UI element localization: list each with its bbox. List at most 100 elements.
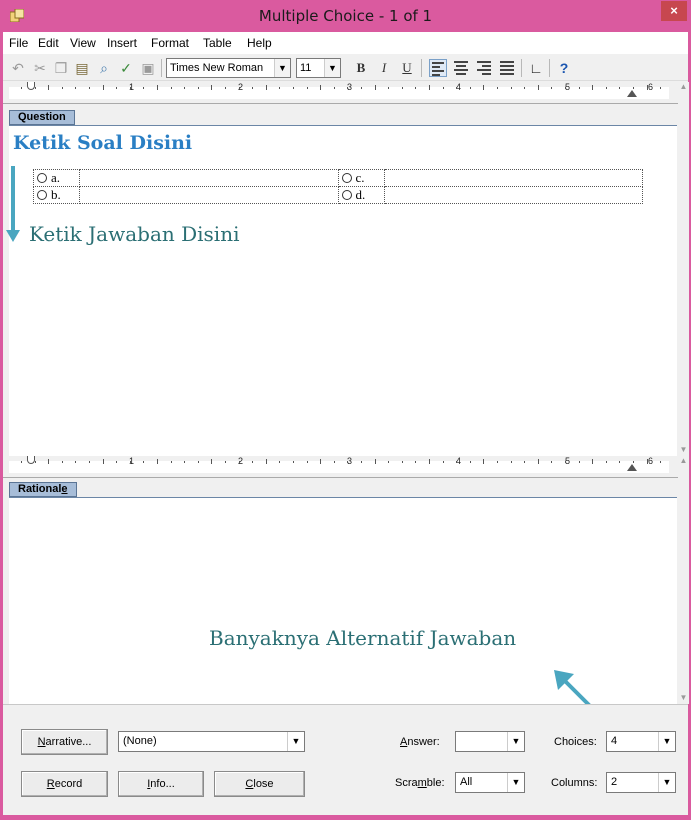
menu-edit[interactable]: Edit <box>38 36 59 50</box>
choices-dropdown[interactable]: 4 ▼ <box>606 731 676 752</box>
tab-stop-icon[interactable]: ∟ <box>527 59 545 77</box>
ruler-tick <box>401 87 403 89</box>
underline-button[interactable]: U <box>398 59 416 77</box>
align-center-icon[interactable] <box>452 59 470 77</box>
close-window-button[interactable]: × <box>661 1 687 21</box>
right-indent-marker[interactable] <box>627 90 637 97</box>
menu-table[interactable]: Table <box>203 36 232 50</box>
ruler-tick <box>646 85 648 90</box>
radio-icon[interactable] <box>37 190 47 200</box>
ruler-tick <box>469 461 471 463</box>
info-button[interactable]: Info... <box>118 771 204 797</box>
copy-icon[interactable]: ❐ <box>52 59 70 77</box>
choice-d-text[interactable] <box>383 186 643 204</box>
ruler-tick <box>483 459 485 464</box>
chevron-down-icon[interactable]: ▼ <box>507 773 524 792</box>
align-left-icon[interactable] <box>429 59 447 77</box>
chevron-down-icon[interactable]: ▼ <box>287 732 304 751</box>
ruler-tick <box>293 87 294 89</box>
rationale-editor[interactable]: Banyaknya Alternatif Jawaban <box>9 497 677 726</box>
choice-c[interactable]: c. <box>337 169 385 187</box>
ruler-tick <box>129 87 131 89</box>
find-icon[interactable]: ⌕ <box>95 59 113 77</box>
image-icon[interactable]: ▣ <box>139 59 157 77</box>
narrative-label: arrative... <box>45 736 92 748</box>
cut-icon[interactable]: ✂ <box>31 59 49 77</box>
chevron-down-icon[interactable]: ▼ <box>658 732 675 751</box>
font-name-combo[interactable]: Times New Roman ▼ <box>166 58 291 78</box>
radio-icon[interactable] <box>341 173 352 183</box>
choice-c-text[interactable] <box>383 169 643 187</box>
menu-format[interactable]: Format <box>151 36 189 50</box>
answer-hint-text: Ketik Jawaban Disini <box>29 222 240 246</box>
scroll-up-icon[interactable]: ▲ <box>678 456 689 467</box>
ruler-tick <box>633 87 634 89</box>
ruler-tick <box>605 461 607 463</box>
question-scrollbar[interactable]: ▲ ▼ <box>678 82 689 456</box>
table-row: a. c. <box>33 169 643 187</box>
ruler-tick <box>551 461 553 463</box>
answer-dropdown[interactable]: ▼ <box>455 731 525 752</box>
record-button[interactable]: Record <box>21 771 108 797</box>
ruler-tick <box>388 461 390 463</box>
scroll-up-icon[interactable]: ▲ <box>678 82 689 93</box>
scramble-label: Scramble: <box>395 777 445 789</box>
chevron-down-icon[interactable]: ▼ <box>274 59 290 77</box>
rationale-scrollbar[interactable]: ▲ ▼ <box>678 456 689 704</box>
spellcheck-icon[interactable]: ✓ <box>117 59 135 77</box>
font-size-combo[interactable]: 11 ▼ <box>296 58 341 78</box>
choice-a-text[interactable] <box>79 169 339 187</box>
ruler-tick <box>374 459 376 464</box>
ruler-question[interactable]: 1 2 3 4 5 6 <box>3 82 679 104</box>
ruler-tick <box>143 461 145 463</box>
columns-value: 2 <box>611 776 618 788</box>
menu-view[interactable]: View <box>70 36 96 50</box>
ruler-tick <box>184 461 186 463</box>
right-indent-marker[interactable] <box>627 464 637 471</box>
bold-button[interactable]: B <box>352 59 370 77</box>
ruler-tick <box>279 87 281 89</box>
ruler-tick <box>197 461 199 463</box>
ruler-tick <box>34 87 36 89</box>
undo-icon[interactable]: ↶ <box>9 59 27 77</box>
question-editor[interactable]: Ketik Soal Disini a. c. b. d. Ketik Jawa… <box>6 125 677 456</box>
chevron-down-icon[interactable]: ▼ <box>658 773 675 792</box>
help-icon[interactable]: ? <box>555 59 573 77</box>
choice-b-text[interactable] <box>79 186 339 204</box>
menu-help[interactable]: Help <box>247 36 272 50</box>
ruler-tick <box>157 85 158 90</box>
ruler-tick <box>415 461 417 463</box>
narrative-dropdown[interactable]: (None) ▼ <box>118 731 305 752</box>
columns-dropdown[interactable]: 2 ▼ <box>606 772 676 793</box>
editor-client-area: File Edit View Insert Format Table Help … <box>3 32 689 815</box>
title-bar[interactable]: Multiple Choice - 1 of 1 × <box>0 0 691 32</box>
scramble-dropdown[interactable]: All ▼ <box>455 772 525 793</box>
narrative-button[interactable]: Narrative... <box>21 729 108 755</box>
choice-a[interactable]: a. <box>33 169 80 187</box>
ruler-rationale[interactable]: 1 2 3 4 5 6 <box>3 456 679 478</box>
radio-icon[interactable] <box>341 190 352 200</box>
record-label: ecord <box>54 778 83 790</box>
italic-button[interactable]: I <box>375 59 393 77</box>
align-right-icon[interactable] <box>475 59 493 77</box>
ruler-tick <box>361 87 362 89</box>
choice-b[interactable]: b. <box>33 186 80 204</box>
close-button[interactable]: Close <box>214 771 305 797</box>
radio-icon[interactable] <box>37 173 47 183</box>
ruler-tick <box>225 461 226 463</box>
scroll-down-icon[interactable]: ▼ <box>678 445 689 456</box>
ruler-tick <box>225 87 226 89</box>
ruler-tick <box>347 87 349 89</box>
justify-icon[interactable] <box>498 59 516 77</box>
chevron-down-icon[interactable]: ▼ <box>507 732 524 751</box>
scroll-down-icon[interactable]: ▼ <box>678 693 689 704</box>
ruler-tick <box>660 461 662 463</box>
menu-insert[interactable]: Insert <box>107 36 137 50</box>
chevron-down-icon[interactable]: ▼ <box>324 59 340 77</box>
ruler-tick <box>184 87 186 89</box>
toolbar-separator <box>549 59 550 77</box>
choice-d[interactable]: d. <box>337 186 385 204</box>
paste-icon[interactable]: ▤ <box>73 59 91 77</box>
ruler-tick <box>320 459 322 464</box>
menu-file[interactable]: File <box>9 36 28 50</box>
